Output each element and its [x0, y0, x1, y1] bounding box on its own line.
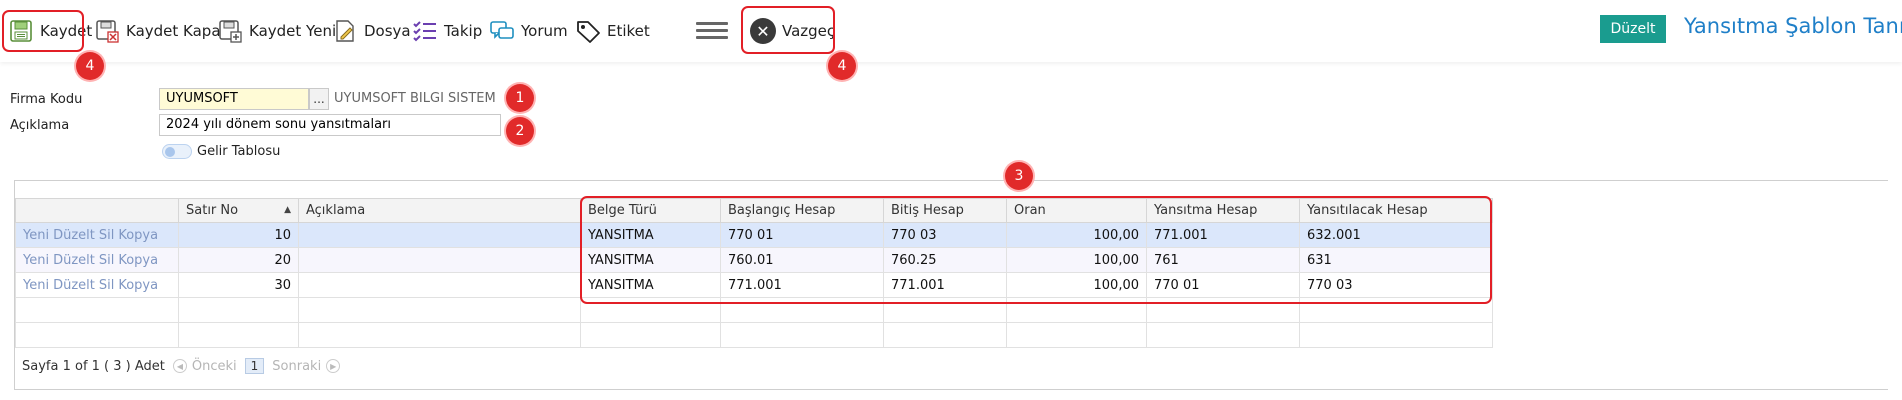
- cell-description: [298, 222, 581, 248]
- row-delete-link[interactable]: Sil: [99, 253, 114, 268]
- row-copy-link[interactable]: Kopya: [118, 278, 158, 293]
- row-copy-link[interactable]: Kopya: [118, 253, 158, 268]
- row-new-link[interactable]: Yeni: [23, 278, 49, 293]
- page-title: Yansıtma Şablon Tanım: [1684, 14, 1902, 38]
- annotation-badge-1: 1: [506, 84, 534, 112]
- tag-button[interactable]: Etiket: [575, 16, 650, 46]
- comment-icon: [490, 21, 514, 39]
- row-actions: Yeni Düzelt Sil Kopya: [15, 272, 179, 298]
- tag-icon: [577, 21, 600, 43]
- comment-button[interactable]: Yorum: [489, 16, 568, 46]
- edit-mode-button[interactable]: Düzelt: [1600, 15, 1666, 43]
- row-actions: Yeni Düzelt Sil Kopya: [15, 247, 179, 273]
- row-delete-link[interactable]: Sil: [99, 278, 114, 293]
- tag-label: Etiket: [607, 22, 650, 40]
- prev-arrow-icon: ◀: [172, 359, 187, 373]
- toolbar: Kaydet Kaydet Kapat Kaydet Yeni Dosya Ta…: [0, 0, 1902, 62]
- row-copy-link[interactable]: Kopya: [118, 228, 158, 243]
- firma-name-text: UYUMSOFT BILGI SISTEM: [334, 91, 496, 106]
- cell-row-no: 30: [178, 272, 299, 298]
- description-input[interactable]: 2024 yılı dönem sonu yansıtmaları: [159, 114, 501, 136]
- cell-row-no: 10: [178, 222, 299, 248]
- cell-row-no: 20: [178, 247, 299, 273]
- save-new-label: Kaydet Yeni: [249, 22, 337, 40]
- firma-code-input[interactable]: UYUMSOFT: [159, 88, 309, 110]
- row-actions: Yeni Düzelt Sil Kopya: [15, 222, 179, 248]
- firma-code-label: Firma Kodu: [10, 92, 83, 107]
- column-header-row-no[interactable]: Satır No ▲: [178, 198, 299, 223]
- cell-description: [298, 272, 581, 298]
- save-close-icon: [96, 20, 119, 43]
- firma-lookup-button[interactable]: ...: [309, 88, 329, 110]
- description-label: Açıklama: [10, 118, 70, 133]
- annotation-box-save: [2, 10, 84, 52]
- annotation-badge-4a: 4: [76, 52, 104, 80]
- row-delete-link[interactable]: Sil: [99, 228, 114, 243]
- file-button[interactable]: Dosya: [332, 16, 411, 46]
- pager-prev-button[interactable]: ◀ Önceki: [172, 359, 237, 374]
- save-new-button[interactable]: Kaydet Yeni: [217, 16, 336, 46]
- row-edit-link[interactable]: Düzelt: [53, 278, 95, 293]
- checklist-icon: [413, 21, 436, 42]
- annotation-badge-4b: 4: [828, 52, 856, 80]
- pager-info: Sayfa 1 of 1 ( 3 ) Adet: [22, 358, 165, 374]
- income-statement-toggle[interactable]: [162, 144, 192, 159]
- file-edit-icon: [336, 20, 354, 42]
- file-label: Dosya: [364, 22, 411, 40]
- empty-row: [15, 322, 1493, 348]
- cell-description: [298, 247, 581, 273]
- row-new-link[interactable]: Yeni: [23, 253, 49, 268]
- income-statement-label: Gelir Tablosu: [197, 144, 281, 159]
- follow-label: Takip: [444, 22, 483, 40]
- column-header-actions: [15, 198, 179, 223]
- next-arrow-icon: ▶: [326, 359, 341, 373]
- annotation-box-grid: [580, 196, 1492, 304]
- pager-next-button[interactable]: Sonraki ▶: [272, 359, 341, 374]
- row-edit-link[interactable]: Düzelt: [53, 228, 95, 243]
- save-close-button[interactable]: Kaydet Kapat: [94, 16, 226, 46]
- pager-current-page[interactable]: 1: [244, 358, 265, 374]
- menu-icon[interactable]: [696, 18, 728, 44]
- row-new-link[interactable]: Yeni: [23, 228, 49, 243]
- annotation-box-cancel: [741, 6, 835, 54]
- comment-label: Yorum: [521, 22, 568, 40]
- save-new-icon: [219, 20, 242, 43]
- row-edit-link[interactable]: Düzelt: [53, 253, 95, 268]
- save-close-label: Kaydet Kapat: [126, 22, 227, 40]
- sort-asc-icon: ▲: [284, 205, 291, 215]
- follow-button[interactable]: Takip: [412, 16, 482, 46]
- annotation-badge-2: 2: [506, 117, 534, 145]
- column-header-description[interactable]: Açıklama: [298, 198, 581, 223]
- grid-pager: Sayfa 1 of 1 ( 3 ) Adet ◀ Önceki 1 Sonrak…: [22, 358, 341, 374]
- annotation-badge-3: 3: [1005, 162, 1033, 190]
